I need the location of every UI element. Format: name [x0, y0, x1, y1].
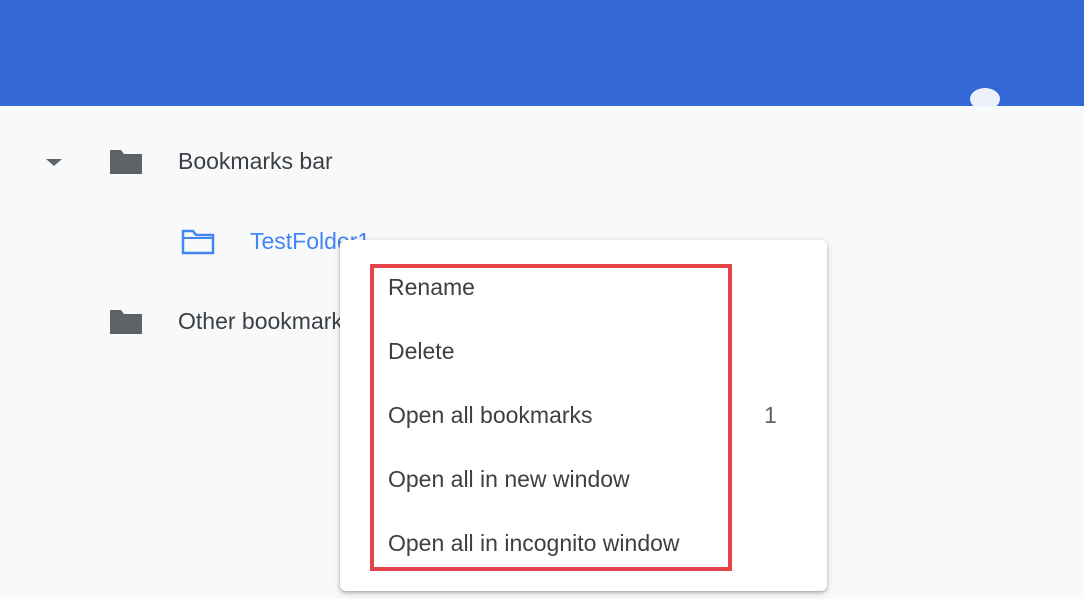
- folder-icon: [110, 150, 142, 174]
- menu-item-open-all-incognito[interactable]: Open all in incognito window: [388, 530, 680, 557]
- context-menu: Rename Delete Open all bookmarks 1 Open …: [340, 240, 827, 591]
- folder-icon: [110, 310, 142, 334]
- app-header: [0, 0, 1084, 110]
- menu-item-open-all-new-window[interactable]: Open all in new window: [388, 466, 630, 493]
- menu-item-delete[interactable]: Delete: [388, 338, 454, 365]
- menu-item-open-all[interactable]: Open all bookmarks: [388, 402, 593, 429]
- open-all-count: 1: [764, 402, 777, 428]
- menu-item-rename[interactable]: Rename: [388, 274, 475, 301]
- other-bookmarks-label[interactable]: Other bookmarks: [178, 308, 354, 335]
- expand-arrow-icon[interactable]: [46, 159, 62, 166]
- folder-open-icon: [181, 229, 215, 255]
- bookmarks-bar-label[interactable]: Bookmarks bar: [178, 148, 333, 175]
